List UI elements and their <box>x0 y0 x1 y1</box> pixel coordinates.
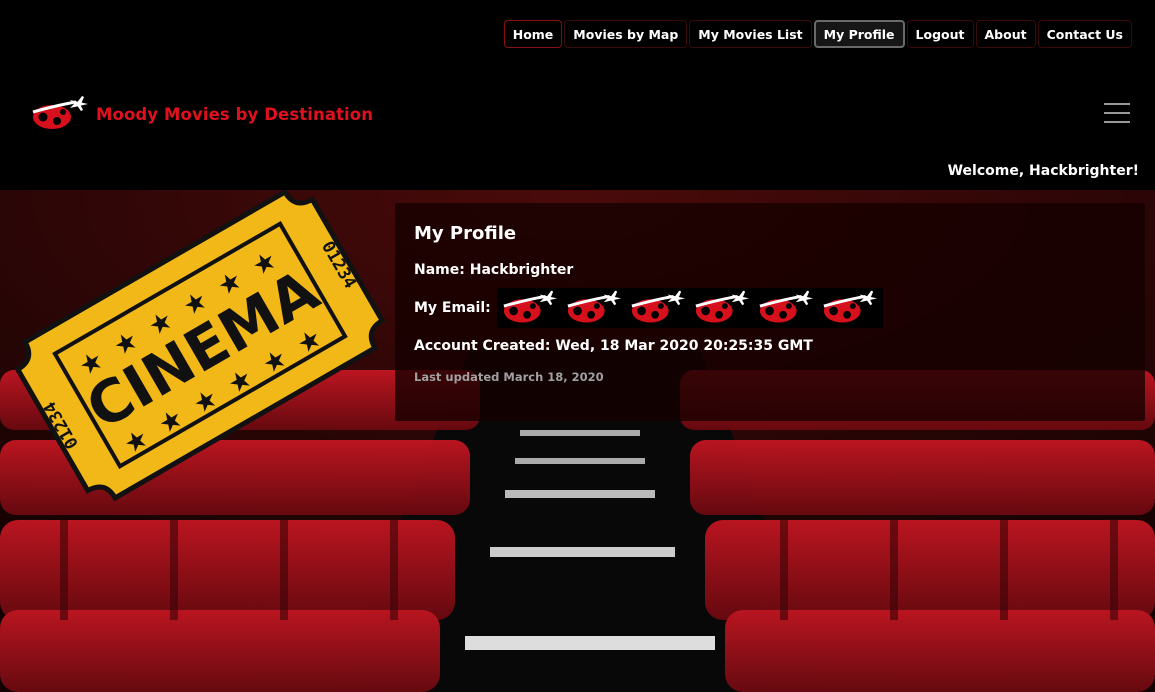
cinema-ticket-image: CINEMA 01234 01234 ★★ ★★ ★★ ★★ ★★ ★★ <box>14 190 386 502</box>
top-navbar: Home Movies by Map My Movies List My Pro… <box>0 0 1155 190</box>
name-label: Name: <box>414 262 465 278</box>
profile-created-row: Account Created: Wed, 18 Mar 2020 20:25:… <box>414 338 1126 354</box>
created-value: Wed, 18 Mar 2020 20:25:35 GMT <box>555 338 813 354</box>
nav-about-button[interactable]: About <box>975 20 1036 48</box>
ladybug-plane-icon <box>823 290 877 323</box>
email-label: My Email: <box>414 300 491 316</box>
ladybug-plane-icon <box>631 290 685 323</box>
brand-link[interactable]: Moody Movies by Destination <box>30 96 373 132</box>
profile-heading: My Profile <box>414 223 517 244</box>
nav-menu: Home Movies by Map My Movies List My Pro… <box>503 20 1132 48</box>
name-value: Hackbrighter <box>469 262 574 278</box>
ladybug-plane-icon <box>759 290 813 323</box>
nav-my-movies-list-button[interactable]: My Movies List <box>689 20 812 48</box>
nav-contact-us-button[interactable]: Contact Us <box>1037 20 1132 48</box>
profile-email-row: My Email: <box>414 288 1126 328</box>
brand-title: Moody Movies by Destination <box>96 104 374 124</box>
nav-home-button[interactable]: Home <box>503 20 563 48</box>
nav-logout-button[interactable]: Logout <box>906 20 974 48</box>
ladybug-plane-icon <box>567 290 621 323</box>
last-updated: Last updated March 18, 2020 <box>414 370 604 384</box>
created-label: Account Created: <box>414 338 551 354</box>
profile-card: My Profile Name: Hackbrighter My Email: … <box>395 203 1145 421</box>
nav-my-profile-button[interactable]: My Profile <box>813 20 905 48</box>
nav-movies-by-map-button[interactable]: Movies by Map <box>564 20 688 48</box>
profile-name-row: Name: Hackbrighter <box>414 262 1126 278</box>
welcome-message: Welcome, Hackbrighter! <box>947 163 1139 179</box>
hamburger-menu-icon[interactable] <box>1104 103 1130 123</box>
email-icons <box>496 288 883 328</box>
ladybug-plane-icon <box>503 290 557 323</box>
ladybug-plane-icon <box>695 290 749 323</box>
ladybug-plane-icon <box>32 96 88 129</box>
